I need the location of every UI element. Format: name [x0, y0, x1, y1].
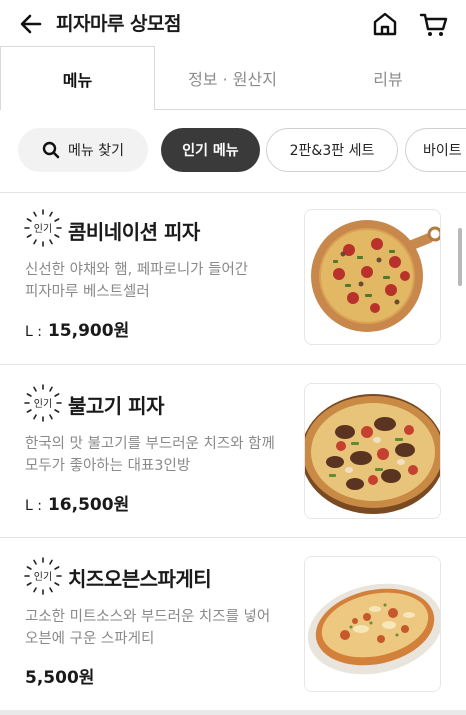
tab-info-origin[interactable]: 정보 · 원산지 — [155, 46, 310, 110]
scrollbar[interactable] — [458, 228, 462, 286]
shopping-cart-icon[interactable] — [419, 10, 449, 38]
popular-badge-icon: 인기 — [24, 384, 62, 422]
combination-pizza-photo — [304, 209, 441, 345]
item-name: 콤비네이션 피자 — [68, 220, 200, 244]
popular-badge-icon: 인기 — [24, 209, 62, 247]
bottom-edge — [0, 710, 466, 715]
bulgogi-pizza-photo — [304, 383, 441, 519]
item-price-amount: 16,500원 — [47, 495, 130, 515]
popular-badge-icon: 인기 — [24, 557, 62, 595]
home-icon[interactable] — [371, 10, 399, 38]
item-name: 치즈오븐스파게티 — [68, 567, 212, 591]
item-description: 신선한 야채와 햄, 페파로니가 들어간 피자마루 베스트셀러 — [25, 262, 249, 300]
arrow-left-icon[interactable] — [18, 11, 44, 37]
item-price: L : 15,900원 — [25, 316, 129, 341]
menu-item[interactable]: 인기 치즈오븐스파게티 고소한 미트소스와 부드러운 치즈를 넣어 오븐에 구운… — [0, 538, 466, 710]
menu-search-button[interactable]: 메뉴 찾기 — [18, 128, 148, 172]
item-name: 불고기 피자 — [68, 394, 164, 418]
top-app-bar: 피자마루 상모점 — [0, 0, 466, 46]
tab-reviews[interactable]: 리뷰 — [310, 46, 466, 110]
chip-2-3-set[interactable]: 2판&3판 세트 — [266, 128, 398, 172]
page-title: 피자마루 상모점 — [56, 13, 181, 35]
item-description: 고소한 미트소스와 부드러운 치즈를 넣어 오븐에 구운 스파게티 — [25, 609, 271, 647]
item-price: 5,500원 — [25, 663, 94, 688]
store-tabs: 메뉴 정보 · 원산지 리뷰 — [0, 46, 466, 110]
tab-menu[interactable]: 메뉴 — [0, 46, 155, 110]
item-description: 한국의 맛 불고기를 부드러운 치즈와 함께 모두가 좋아하는 대표3인방 — [25, 436, 275, 474]
menu-item[interactable]: 인기 콤비네이션 피자 신선한 야채와 햄, 페파로니가 들어간 피자마루 베스… — [0, 193, 466, 365]
badge-text: 인기 — [34, 398, 52, 410]
menu-item[interactable]: 인기 불고기 피자 한국의 맛 불고기를 부드러운 치즈와 함께 모두가 좋아하… — [0, 365, 466, 537]
badge-text: 인기 — [34, 571, 52, 583]
cheese-oven-spaghetti-photo — [304, 556, 441, 692]
badge-text: 인기 — [34, 223, 52, 235]
item-price-amount: 5,500원 — [25, 668, 95, 688]
item-size: L : — [25, 498, 42, 514]
category-chip-bar: 메뉴 찾기 인기 메뉴 2판&3판 세트 바이트 — [0, 128, 466, 174]
item-price-amount: 15,900원 — [47, 321, 130, 341]
chip-bite[interactable]: 바이트 — [405, 128, 466, 172]
search-icon — [42, 141, 60, 159]
item-price: L : 16,500원 — [25, 490, 129, 515]
tab-underline — [155, 109, 466, 110]
menu-search-label: 메뉴 찾기 — [68, 143, 124, 159]
chip-popular-menu[interactable]: 인기 메뉴 — [161, 128, 260, 172]
item-size: L : — [25, 324, 42, 340]
